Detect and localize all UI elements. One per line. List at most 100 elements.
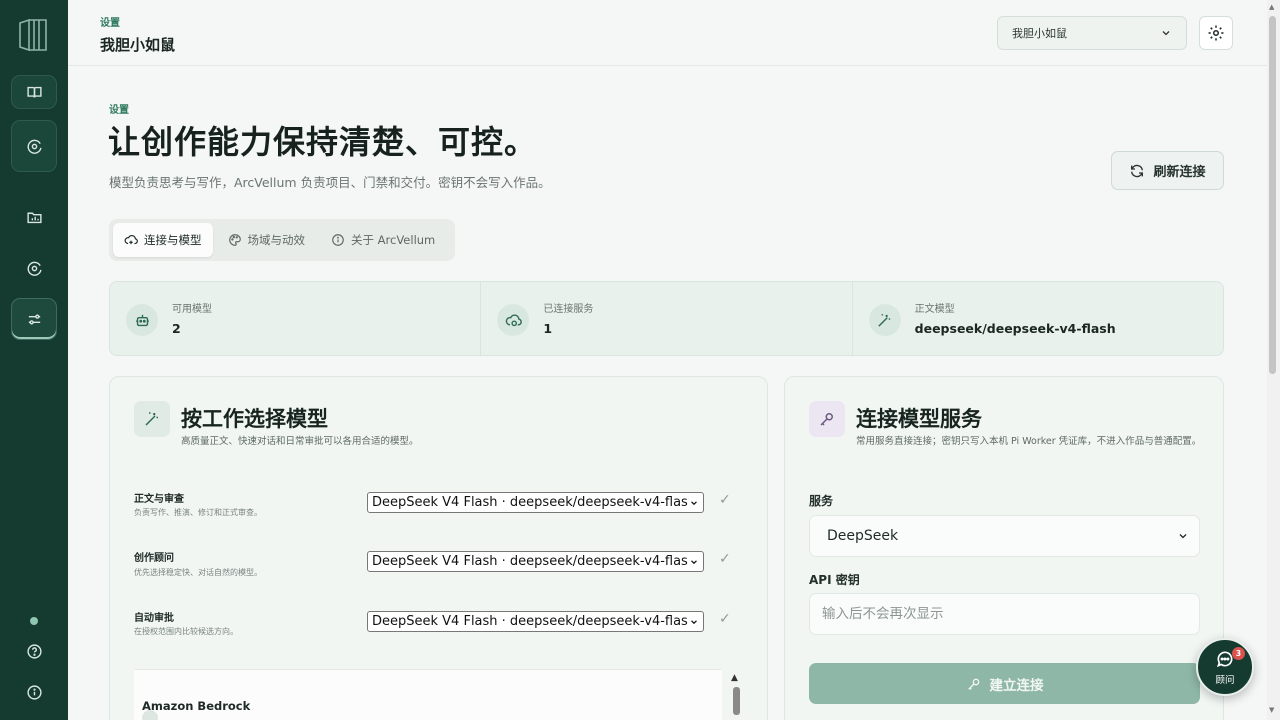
chevron-down-icon — [1179, 534, 1187, 539]
service-select[interactable]: DeepSeek — [809, 515, 1200, 557]
chevron-down-icon — [691, 619, 697, 624]
sidebar-rail — [0, 0, 68, 720]
top-kicker: 设置 — [100, 18, 120, 29]
notification-badge: 3 — [1232, 647, 1245, 660]
api-key-label: API 密钥 — [809, 573, 860, 587]
top-bar: 设置 我胆小如鼠 我胆小如鼠 — [68, 0, 1267, 66]
page-title: 让创作能力保持清楚、可控。 — [108, 123, 538, 161]
stat-body-model: 正文模型 deepseek/deepseek-v4-flash — [853, 282, 1223, 355]
row-label-advisor: 创作顾问 — [134, 553, 174, 564]
scrollbar-thumb[interactable] — [1269, 16, 1276, 374]
select-value: DeepSeek V4 Flash · deepseek/deepseek-v4… — [372, 614, 690, 629]
check-icon: ✓ — [719, 611, 731, 627]
stat-value: deepseek/deepseek-v4-flash — [914, 321, 1116, 336]
row-label-body-review: 正文与审查 — [134, 494, 184, 505]
orbit-icon — [27, 261, 42, 276]
refresh-icon — [1131, 164, 1144, 177]
magic-wand-icon — [134, 401, 170, 437]
rail-folder-button[interactable] — [11, 200, 57, 234]
tab-about[interactable]: 关于 ArcVellum — [320, 223, 446, 257]
connect-card-title: 连接模型服务 — [856, 406, 982, 431]
cloud-link-icon — [124, 235, 138, 245]
row-hint-advisor: 优先选择稳定快、对话自然的模型。 — [134, 568, 262, 577]
model-card-subtitle: 高质量正文、快速对话和日常审批可以各用合适的模型。 — [181, 436, 419, 447]
settings-gear-button[interactable] — [1199, 16, 1233, 50]
provider-name: Amazon Bedrock — [142, 699, 251, 713]
advisor-label: 顾问 — [1215, 674, 1235, 686]
stat-connected-services: 已连接服务 1 — [481, 282, 853, 355]
project-title: 我胆小如鼠 — [100, 36, 176, 54]
key-icon — [967, 678, 979, 690]
connect-button[interactable]: 建立连接 — [809, 663, 1200, 704]
scroll-up-arrow-icon[interactable]: ▲ — [731, 673, 738, 683]
row-label-auto-approval: 自动审批 — [134, 613, 174, 624]
scroll-up-arrow-icon[interactable]: ▲ — [1269, 3, 1274, 11]
rail-info-button[interactable] — [11, 675, 57, 709]
select-value: DeepSeek V4 Flash · deepseek/deepseek-v4… — [372, 495, 690, 510]
chevron-down-icon — [691, 500, 697, 505]
stat-value: 2 — [172, 321, 181, 336]
project-select[interactable]: 我胆小如鼠 — [997, 16, 1187, 50]
info-icon — [26, 684, 42, 700]
connect-service-card: 连接模型服务 常用服务直接连接；密钥只写入本机 Pi Worker 凭证库，不进… — [784, 376, 1224, 720]
tab-label: 场域与动效 — [247, 233, 306, 247]
rail-settings-button[interactable] — [11, 298, 57, 340]
palette-icon — [228, 234, 241, 246]
key-icon — [809, 401, 845, 437]
project-select-value: 我胆小如鼠 — [1012, 27, 1067, 40]
rail-library-button[interactable] — [11, 75, 57, 109]
connect-card-subtitle: 常用服务直接连接；密钥只写入本机 Pi Worker 凭证库，不进入作品与普通配… — [856, 436, 1202, 447]
status-dot — [30, 617, 38, 625]
connect-button-label: 建立连接 — [989, 677, 1044, 694]
app-logo-icon — [19, 18, 47, 52]
rail-orbit-button[interactable] — [11, 120, 57, 172]
chevron-down-icon — [1162, 31, 1170, 36]
provider-list-scrollbar[interactable]: ▲ — [730, 673, 742, 720]
advisor-chat-button[interactable]: 顾问 3 — [1196, 638, 1254, 696]
provider-list[interactable]: Amazon Bedrock — [134, 669, 722, 720]
refresh-connection-label: 刷新连接 — [1153, 165, 1206, 180]
section-kicker: 设置 — [109, 105, 129, 116]
help-icon — [26, 643, 42, 659]
check-icon: ✓ — [719, 551, 731, 567]
auto-approval-model-select[interactable]: DeepSeek V4 Flash · deepseek/deepseek-v4… — [367, 611, 704, 632]
rail-help-button[interactable] — [11, 634, 57, 668]
model-card-title: 按工作选择模型 — [181, 406, 328, 431]
list-item[interactable]: Amazon Bedrock — [142, 698, 250, 720]
chevron-down-icon — [691, 559, 697, 564]
stats-panel: 可用模型 2 已连接服务 1 正文模型 deepseek/deepseek-v4… — [109, 281, 1224, 356]
check-icon: ✓ — [719, 492, 731, 508]
folder-chart-icon — [26, 212, 42, 223]
info-icon — [332, 234, 344, 246]
refresh-connection-button[interactable]: 刷新连接 — [1111, 151, 1224, 190]
stat-available-models: 可用模型 2 — [110, 282, 482, 355]
tab-connection-models[interactable]: 连接与模型 — [113, 223, 213, 257]
row-hint-auto-approval: 在授权范围内比较候选方向。 — [134, 627, 238, 636]
api-key-input[interactable] — [809, 593, 1200, 635]
service-select-value: DeepSeek — [827, 528, 899, 544]
service-label: 服务 — [809, 494, 834, 508]
robot-icon — [126, 304, 158, 336]
settings-tabs: 连接与模型 场域与动效 关于 ArcVellum — [109, 219, 455, 261]
cloud-check-icon — [497, 304, 530, 336]
page-subtitle: 模型负责思考与写作，ArcVellum 负责项目、门禁和交付。密钥不会写入作品。 — [109, 175, 551, 190]
scrollbar-thumb[interactable] — [733, 687, 740, 715]
model-selection-card: 按工作选择模型 高质量正文、快速对话和日常审批可以各用合适的模型。 正文与审查 … — [109, 376, 768, 720]
stat-value: 1 — [543, 321, 553, 336]
magic-wand-icon — [868, 304, 901, 336]
page-scrollbar[interactable]: ▲ ▼ — [1267, 0, 1280, 720]
select-value: DeepSeek V4 Flash · deepseek/deepseek-v4… — [372, 554, 690, 569]
orbit-icon — [27, 139, 42, 154]
tab-label: 连接与模型 — [144, 233, 202, 247]
scroll-down-arrow-icon[interactable]: ▼ — [1269, 706, 1274, 714]
tab-label: 关于 ArcVellum — [351, 233, 436, 247]
advisor-model-select[interactable]: DeepSeek V4 Flash · deepseek/deepseek-v4… — [367, 551, 704, 572]
tab-field-motion[interactable]: 场域与动效 — [217, 223, 317, 257]
rail-orbit-secondary-button[interactable] — [11, 251, 57, 285]
sliders-icon — [28, 314, 40, 324]
book-icon — [26, 86, 42, 98]
stat-label: 已连接服务 — [543, 304, 594, 315]
gear-icon — [1208, 25, 1224, 41]
stat-label: 可用模型 — [172, 304, 212, 315]
body-review-model-select[interactable]: DeepSeek V4 Flash · deepseek/deepseek-v4… — [367, 492, 704, 513]
